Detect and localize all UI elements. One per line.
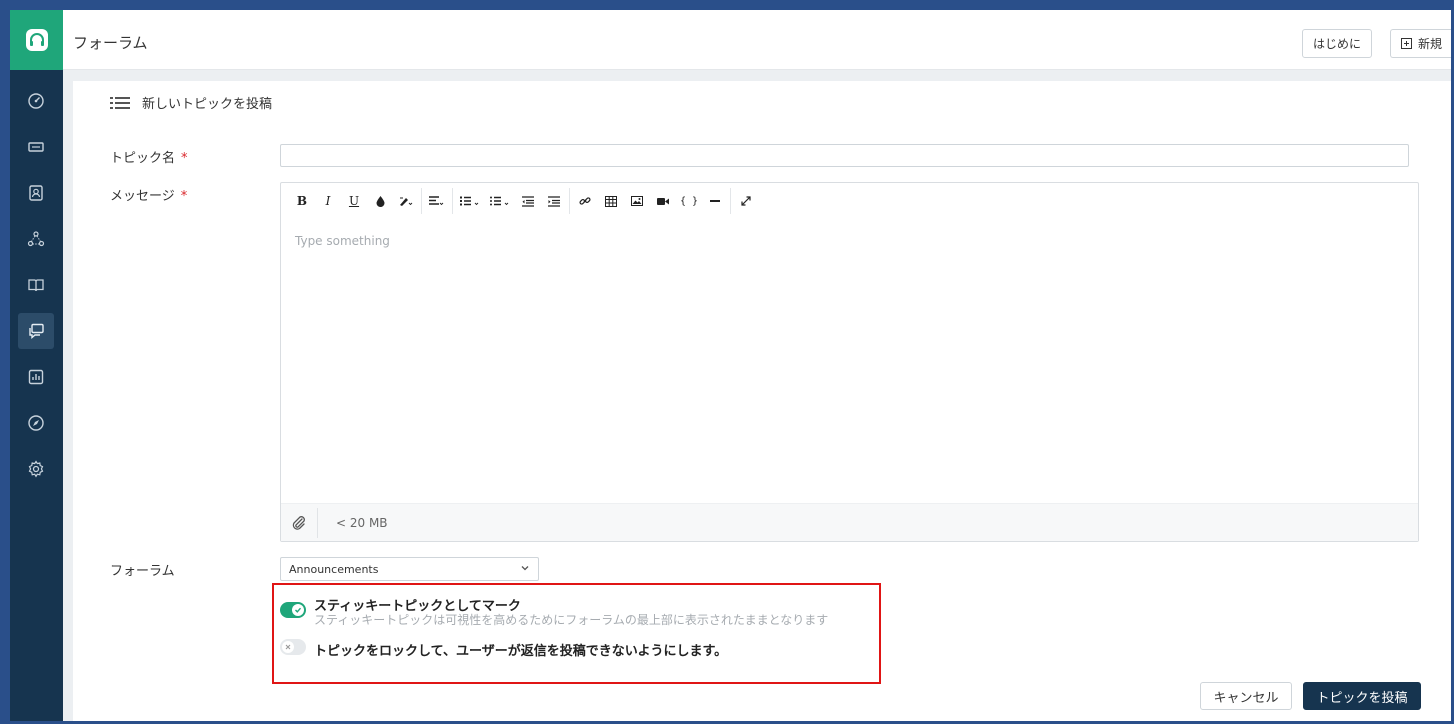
highlight-button[interactable] [393,188,419,214]
sidebar-item-groups[interactable] [18,221,54,257]
list-icon [110,96,130,109]
sidebar-item-dashboard[interactable] [18,83,54,119]
top-header: フォーラム はじめに 新規 [63,10,1451,70]
message-label: メッセージ [110,189,175,204]
bullet-list-button[interactable] [485,188,515,214]
horizontal-rule-icon [710,200,720,202]
sidebar-item-contacts[interactable] [18,175,54,211]
forum-icon [29,323,44,339]
paperclip-icon [292,515,305,530]
sidebar-item-knowledge-base[interactable] [18,267,54,303]
footer-separator [317,507,318,538]
link-button[interactable] [572,188,598,214]
app-frame: フォーラム はじめに 新規 新しいトピックを投稿 トピック名 * メッセージ * [0,0,1454,724]
app-logo[interactable] [10,10,63,70]
table-icon [605,195,617,207]
new-label: 新規 [1418,37,1443,51]
sidebar-item-reports[interactable] [18,359,54,395]
video-button[interactable] [650,188,676,214]
page-title: フォーラム [73,34,148,52]
new-button[interactable]: 新規 [1390,29,1451,58]
underline-button[interactable]: U [341,188,367,214]
lock-toggle[interactable] [280,639,306,655]
italic-button[interactable]: I [315,188,341,214]
toolbar-separator [421,188,422,214]
editor-footer: < 20 MB [281,503,1418,541]
attachment-size-limit: < 20 MB [336,515,388,530]
fullscreen-button[interactable] [733,188,759,214]
sidebar-item-forums[interactable] [18,313,54,349]
ordered-list-button[interactable] [455,188,485,214]
forum-select[interactable]: Announcements [280,557,539,581]
group-icon [27,231,45,247]
topic-name-input[interactable] [280,144,1409,167]
x-icon [285,644,291,650]
text-color-button[interactable] [367,188,393,214]
chevron-down-icon [521,566,529,571]
video-icon [657,197,669,205]
post-topic-button[interactable]: トピックを投稿 [1303,682,1421,710]
required-mark: * [181,151,188,166]
code-button[interactable]: { } [676,188,702,214]
droplet-icon [376,195,384,207]
plus-square-icon [1401,38,1412,49]
editor-placeholder: Type something [295,234,390,248]
new-topic-card: 新しいトピックを投稿 トピック名 * メッセージ * B I U {} Typ… [73,81,1451,721]
image-icon [631,196,643,206]
toolbar-separator [569,188,570,214]
indent-icon [548,195,560,207]
required-mark: * [180,189,188,204]
headset-icon [25,29,48,51]
cancel-button[interactable]: キャンセル [1200,682,1292,710]
align-button[interactable] [424,188,450,214]
outdent-icon [522,195,534,207]
sticky-description: スティッキートピックは可視性を高めるためにフォーラムの最上部に表示されたままとな… [314,613,829,627]
sticky-toggle[interactable] [280,602,306,618]
indent-button[interactable] [541,188,567,214]
ordered-list-icon [460,196,479,205]
link-icon [579,197,591,205]
card-header: 新しいトピックを投稿 [110,93,272,112]
sidebar-item-settings[interactable] [18,451,54,487]
horizontal-rule-button[interactable] [702,188,728,214]
align-left-icon [429,195,444,205]
getting-started-button[interactable]: はじめに [1302,29,1373,58]
forum-label: フォーラム [110,564,175,579]
bold-button[interactable]: B [289,188,315,214]
topic-name-label: トピック名 [110,151,176,166]
message-editor[interactable]: B I U {} Type something < 20 MB [280,182,1419,542]
attach-button[interactable] [291,515,307,531]
check-icon [295,607,302,613]
table-button[interactable] [598,188,624,214]
message-label-row: メッセージ * [110,185,187,204]
getting-started-label: はじめに [1313,37,1362,51]
highlighter-icon [400,197,413,206]
sidebar [10,10,63,721]
image-button[interactable] [624,188,650,214]
forum-select-value: Announcements [289,562,379,576]
ticket-icon [28,142,44,152]
outdent-button[interactable] [515,188,541,214]
dashboard-icon [28,93,44,109]
contact-icon [29,185,43,201]
bullet-list-icon [490,196,509,205]
toggle-knob [282,641,294,653]
expand-icon [741,196,751,206]
card-title: 新しいトピックを投稿 [142,97,273,112]
topic-name-label-row: トピック名 * [110,147,188,166]
knowledge-base-icon [28,279,44,292]
explore-icon [28,415,44,431]
reports-icon [28,369,44,385]
sidebar-item-explore[interactable] [18,405,54,441]
sidebar-item-tickets[interactable] [18,129,54,165]
toggle-knob [292,604,304,616]
settings-icon [28,460,44,478]
toolbar-separator [730,188,731,214]
lock-title: トピックをロックして、ユーザーが返信を投稿できないようにします。 [314,644,728,659]
editor-toolbar: B I U {} [281,183,759,219]
toolbar-separator [452,188,453,214]
